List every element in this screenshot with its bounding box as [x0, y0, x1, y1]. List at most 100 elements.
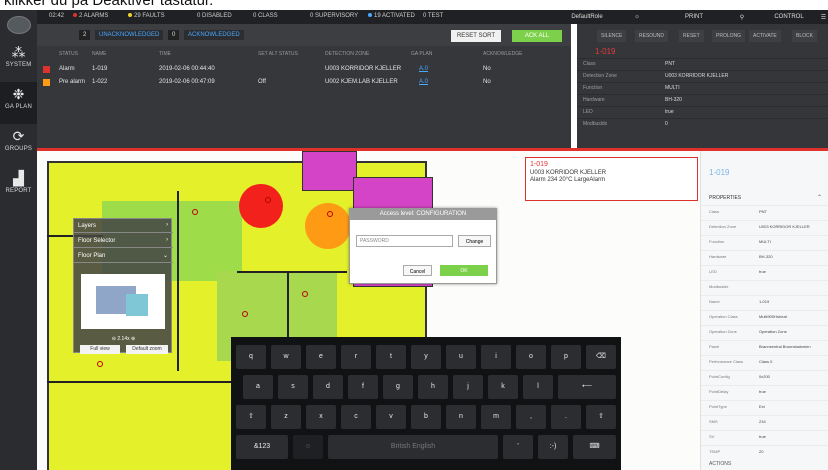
- key[interactable]: f: [348, 375, 378, 399]
- sidebar-item-system[interactable]: ⁂ SYSTEM: [0, 40, 37, 82]
- ack-all-button[interactable]: ACK ALL: [512, 30, 562, 42]
- key[interactable]: a: [243, 375, 273, 399]
- floor-plan-toggle[interactable]: Floor Plan ⌄: [74, 249, 173, 263]
- key[interactable]: i: [481, 345, 511, 369]
- sensor-icon[interactable]: [265, 197, 271, 203]
- chevron-up-icon[interactable]: ⌃: [817, 194, 822, 201]
- key[interactable]: ,: [516, 405, 546, 429]
- key[interactable]: z: [271, 405, 301, 429]
- floor-selector-toggle[interactable]: Floor Selector ›: [74, 234, 173, 248]
- key[interactable]: h: [418, 375, 448, 399]
- silence-button[interactable]: SILENCE: [597, 30, 627, 42]
- key[interactable]: t: [376, 345, 406, 369]
- role-selector[interactable]: DefaultRole: [557, 10, 617, 24]
- change-button[interactable]: Change: [458, 235, 491, 247]
- default-zoom-button[interactable]: Default zoom: [126, 345, 168, 354]
- column-header[interactable]: SET ALT STATUS: [258, 51, 298, 57]
- key[interactable]: j: [453, 375, 483, 399]
- key[interactable]: n: [446, 405, 476, 429]
- key[interactable]: y: [411, 345, 441, 369]
- prolong-button[interactable]: PROLONG: [712, 30, 746, 42]
- reset-button[interactable]: RESET: [679, 30, 704, 42]
- key[interactable]: v: [376, 405, 406, 429]
- control-button[interactable]: CONTROL: [761, 10, 817, 24]
- key[interactable]: d: [313, 375, 343, 399]
- reset-sort-button[interactable]: RESET SORT: [451, 30, 501, 42]
- key[interactable]: k: [488, 375, 518, 399]
- alarm-zone-indicator[interactable]: [239, 184, 283, 228]
- sensor-icon[interactable]: [97, 361, 103, 367]
- faults-counter[interactable]: 29 FAULTS: [128, 13, 165, 19]
- emoji-key[interactable]: ☺: [293, 435, 323, 459]
- unack-tab[interactable]: UNACKNOWLEDGED: [95, 30, 164, 40]
- key[interactable]: b: [411, 405, 441, 429]
- zoom-out-icon[interactable]: ⊖: [112, 336, 116, 342]
- column-header[interactable]: GA PLAN: [411, 51, 432, 57]
- key[interactable]: c: [341, 405, 371, 429]
- key[interactable]: s: [278, 375, 308, 399]
- backspace-key[interactable]: ⌫: [586, 345, 616, 369]
- column-header[interactable]: NAME: [92, 51, 106, 57]
- key[interactable]: p: [551, 345, 581, 369]
- print-button[interactable]: PRINT: [667, 10, 721, 24]
- key[interactable]: o: [516, 345, 546, 369]
- zoom-in-icon[interactable]: ⊕: [131, 336, 135, 342]
- layers-toggle[interactable]: Layers ›: [74, 219, 173, 233]
- column-header[interactable]: STATUS: [59, 51, 78, 57]
- sensor-icon[interactable]: [302, 291, 308, 297]
- menu-icon[interactable]: ☰: [819, 10, 828, 24]
- column-header[interactable]: TIME: [159, 51, 171, 57]
- row-plan-link[interactable]: A.0: [419, 79, 428, 85]
- actions-section-title[interactable]: ACTIONS: [709, 461, 731, 467]
- key[interactable]: r: [341, 345, 371, 369]
- keyboard-hide-key[interactable]: ⌨: [573, 435, 616, 459]
- shift-key[interactable]: ⇧: [586, 405, 616, 429]
- resound-button[interactable]: RESOUND: [635, 30, 669, 42]
- search-icon[interactable]: ⚲: [735, 10, 749, 24]
- key[interactable]: m: [481, 405, 511, 429]
- properties-section-title[interactable]: PROPERTIES: [709, 195, 741, 201]
- symbols-key[interactable]: &123: [236, 435, 288, 459]
- key[interactable]: g: [383, 375, 413, 399]
- activated-counter[interactable]: 19 ACTIVATED: [368, 13, 415, 19]
- key[interactable]: w: [271, 345, 301, 369]
- test-counter[interactable]: 0 TEST: [423, 13, 443, 19]
- table-row[interactable]: Alarm 1-019 2019-02-06 00:44:40 U003 KOR…: [37, 64, 571, 75]
- sensor-icon[interactable]: [242, 311, 248, 317]
- activate-button[interactable]: ACTIVATE: [749, 30, 781, 42]
- ok-button[interactable]: OK: [440, 265, 488, 276]
- key[interactable]: q: [236, 345, 266, 369]
- ack-tab[interactable]: ACKNOWLEDGED: [184, 30, 244, 40]
- block-button[interactable]: BLOCK: [792, 30, 817, 42]
- key[interactable]: x: [306, 405, 336, 429]
- key[interactable]: .: [551, 405, 581, 429]
- key[interactable]: e: [306, 345, 336, 369]
- alarms-counter[interactable]: 2 ALARMS: [73, 13, 108, 19]
- password-field[interactable]: PASSWORD: [356, 235, 453, 247]
- disabled-counter[interactable]: 0 DISABLED: [197, 13, 232, 19]
- key[interactable]: ': [503, 435, 533, 459]
- column-header[interactable]: ACKNOWLEDGE: [483, 51, 522, 57]
- sensor-icon[interactable]: [327, 211, 333, 217]
- sensor-icon[interactable]: [192, 209, 198, 215]
- supervisory-counter[interactable]: 0 SUPERVISORY: [310, 13, 358, 19]
- class-counter[interactable]: 0 CLASS: [253, 13, 278, 19]
- smiley-key[interactable]: :-): [538, 435, 568, 459]
- minimap[interactable]: [81, 274, 165, 329]
- key[interactable]: u: [446, 345, 476, 369]
- brightness-icon[interactable]: ☼: [629, 10, 645, 24]
- cancel-button[interactable]: Cancel: [403, 265, 432, 276]
- column-header[interactable]: DETECTION ZONE: [325, 51, 369, 57]
- prealarm-zone-indicator[interactable]: [305, 203, 351, 249]
- full-view-button[interactable]: Full view: [80, 345, 120, 354]
- table-row[interactable]: Pre alarm 1-022 2019-02-06 00:47:09 Off …: [37, 77, 571, 88]
- sidebar-item-ga-plan[interactable]: ❉ GA PLAN: [0, 82, 37, 124]
- sidebar-item-report[interactable]: ▟ REPORT: [0, 166, 37, 208]
- point-tooltip[interactable]: 1-019 U003 KORRIDOR KJELLER Alarm 234 20…: [525, 157, 698, 201]
- enter-key[interactable]: ⟵: [558, 375, 616, 399]
- space-key[interactable]: British English: [328, 435, 498, 459]
- shift-key[interactable]: ⇧: [236, 405, 266, 429]
- key[interactable]: l: [523, 375, 553, 399]
- row-plan-link[interactable]: A.0: [419, 66, 428, 72]
- sidebar-item-groups[interactable]: ⟳ GROUPS: [0, 124, 37, 166]
